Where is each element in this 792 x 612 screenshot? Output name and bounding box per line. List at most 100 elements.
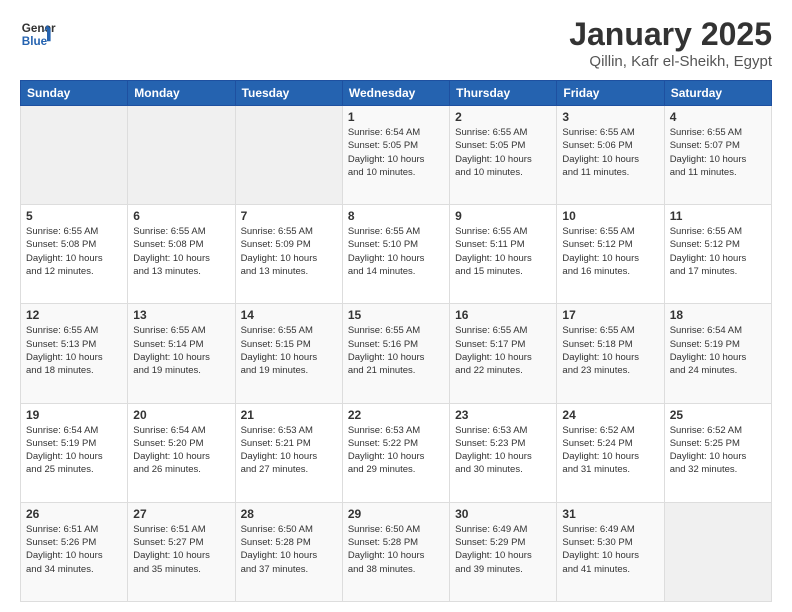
day-info: Sunrise: 6:55 AM Sunset: 5:15 PM Dayligh… xyxy=(241,324,337,377)
logo: General Blue xyxy=(20,16,56,52)
day-info: Sunrise: 6:52 AM Sunset: 5:24 PM Dayligh… xyxy=(562,424,658,477)
calendar-cell: 14 Sunrise: 6:55 AM Sunset: 5:15 PM Dayli… xyxy=(235,304,342,403)
day-info: Sunrise: 6:55 AM Sunset: 5:18 PM Dayligh… xyxy=(562,324,658,377)
day-number: 29 xyxy=(348,507,444,521)
day-number: 31 xyxy=(562,507,658,521)
calendar-header-row: SundayMondayTuesdayWednesdayThursdayFrid… xyxy=(21,81,772,106)
calendar-cell: 31 Sunrise: 6:49 AM Sunset: 5:30 PM Dayli… xyxy=(557,502,664,601)
day-number: 28 xyxy=(241,507,337,521)
day-info: Sunrise: 6:55 AM Sunset: 5:13 PM Dayligh… xyxy=(26,324,122,377)
calendar-cell: 8 Sunrise: 6:55 AM Sunset: 5:10 PM Daylig… xyxy=(342,205,449,304)
calendar-cell: 26 Sunrise: 6:51 AM Sunset: 5:26 PM Dayli… xyxy=(21,502,128,601)
calendar-weekday-header: Sunday xyxy=(21,81,128,106)
calendar-cell: 23 Sunrise: 6:53 AM Sunset: 5:23 PM Dayli… xyxy=(450,403,557,502)
calendar-weekday-header: Thursday xyxy=(450,81,557,106)
day-info: Sunrise: 6:55 AM Sunset: 5:10 PM Dayligh… xyxy=(348,225,444,278)
calendar-title: January 2025 xyxy=(569,16,772,53)
svg-text:General: General xyxy=(22,22,56,35)
day-number: 15 xyxy=(348,308,444,322)
day-number: 10 xyxy=(562,209,658,223)
day-info: Sunrise: 6:55 AM Sunset: 5:11 PM Dayligh… xyxy=(455,225,551,278)
calendar-subtitle: Qillin, Kafr el-Sheikh, Egypt xyxy=(569,53,772,70)
calendar-cell: 7 Sunrise: 6:55 AM Sunset: 5:09 PM Daylig… xyxy=(235,205,342,304)
day-info: Sunrise: 6:50 AM Sunset: 5:28 PM Dayligh… xyxy=(241,523,337,576)
day-info: Sunrise: 6:54 AM Sunset: 5:20 PM Dayligh… xyxy=(133,424,229,477)
calendar-cell: 27 Sunrise: 6:51 AM Sunset: 5:27 PM Dayli… xyxy=(128,502,235,601)
calendar-cell: 3 Sunrise: 6:55 AM Sunset: 5:06 PM Daylig… xyxy=(557,106,664,205)
day-number: 12 xyxy=(26,308,122,322)
day-info: Sunrise: 6:49 AM Sunset: 5:30 PM Dayligh… xyxy=(562,523,658,576)
calendar-cell: 11 Sunrise: 6:55 AM Sunset: 5:12 PM Dayli… xyxy=(664,205,771,304)
day-info: Sunrise: 6:51 AM Sunset: 5:26 PM Dayligh… xyxy=(26,523,122,576)
calendar-weekday-header: Friday xyxy=(557,81,664,106)
day-number: 18 xyxy=(670,308,766,322)
day-number: 17 xyxy=(562,308,658,322)
calendar-weekday-header: Monday xyxy=(128,81,235,106)
calendar-week-row: 5 Sunrise: 6:55 AM Sunset: 5:08 PM Daylig… xyxy=(21,205,772,304)
calendar-cell: 19Sunrise: 6:54 AM Sunset: 5:19 PM Dayli… xyxy=(21,403,128,502)
day-number: 25 xyxy=(670,408,766,422)
day-info: Sunrise: 6:55 AM Sunset: 5:05 PM Dayligh… xyxy=(455,126,551,179)
day-number: 23 xyxy=(455,408,551,422)
calendar-cell: 2 Sunrise: 6:55 AM Sunset: 5:05 PM Daylig… xyxy=(450,106,557,205)
day-info: Sunrise: 6:51 AM Sunset: 5:27 PM Dayligh… xyxy=(133,523,229,576)
day-info: Sunrise: 6:55 AM Sunset: 5:07 PM Dayligh… xyxy=(670,126,766,179)
day-info: Sunrise: 6:49 AM Sunset: 5:29 PM Dayligh… xyxy=(455,523,551,576)
calendar-week-row: 12 Sunrise: 6:55 AM Sunset: 5:13 PM Dayli… xyxy=(21,304,772,403)
day-info: Sunrise: 6:55 AM Sunset: 5:12 PM Dayligh… xyxy=(562,225,658,278)
day-info: Sunrise: 6:55 AM Sunset: 5:16 PM Dayligh… xyxy=(348,324,444,377)
day-number: 8 xyxy=(348,209,444,223)
day-number: 2 xyxy=(455,110,551,124)
day-info: Sunrise: 6:55 AM Sunset: 5:12 PM Dayligh… xyxy=(670,225,766,278)
calendar-cell: 28 Sunrise: 6:50 AM Sunset: 5:28 PM Dayli… xyxy=(235,502,342,601)
day-info: Sunrise: 6:54 AM Sunset: 5:19 PM Dayligh… xyxy=(26,424,122,477)
logo-icon: General Blue xyxy=(20,16,56,52)
day-number: 11 xyxy=(670,209,766,223)
title-block: January 2025 Qillin, Kafr el-Sheikh, Egy… xyxy=(569,16,772,70)
day-info: Sunrise: 6:55 AM Sunset: 5:06 PM Dayligh… xyxy=(562,126,658,179)
day-number: 9 xyxy=(455,209,551,223)
day-info: Sunrise: 6:54 AM Sunset: 5:19 PM Dayligh… xyxy=(670,324,766,377)
calendar-cell: 9 Sunrise: 6:55 AM Sunset: 5:11 PM Daylig… xyxy=(450,205,557,304)
calendar-cell: 12 Sunrise: 6:55 AM Sunset: 5:13 PM Dayli… xyxy=(21,304,128,403)
day-info: Sunrise: 6:53 AM Sunset: 5:21 PM Dayligh… xyxy=(241,424,337,477)
day-number: 16 xyxy=(455,308,551,322)
day-info: Sunrise: 6:55 AM Sunset: 5:09 PM Dayligh… xyxy=(241,225,337,278)
calendar-week-row: 19Sunrise: 6:54 AM Sunset: 5:19 PM Dayli… xyxy=(21,403,772,502)
day-number: 20 xyxy=(133,408,229,422)
day-info: Sunrise: 6:53 AM Sunset: 5:22 PM Dayligh… xyxy=(348,424,444,477)
calendar-cell: 25 Sunrise: 6:52 AM Sunset: 5:25 PM Dayli… xyxy=(664,403,771,502)
day-info: Sunrise: 6:50 AM Sunset: 5:28 PM Dayligh… xyxy=(348,523,444,576)
day-info: Sunrise: 6:55 AM Sunset: 5:08 PM Dayligh… xyxy=(133,225,229,278)
day-info: Sunrise: 6:55 AM Sunset: 5:17 PM Dayligh… xyxy=(455,324,551,377)
day-number: 21 xyxy=(241,408,337,422)
day-info: Sunrise: 6:52 AM Sunset: 5:25 PM Dayligh… xyxy=(670,424,766,477)
calendar-cell: 6Sunrise: 6:55 AM Sunset: 5:08 PM Daylig… xyxy=(128,205,235,304)
calendar-cell: 24 Sunrise: 6:52 AM Sunset: 5:24 PM Dayli… xyxy=(557,403,664,502)
calendar-week-row: 26 Sunrise: 6:51 AM Sunset: 5:26 PM Dayli… xyxy=(21,502,772,601)
day-number: 24 xyxy=(562,408,658,422)
calendar-weekday-header: Tuesday xyxy=(235,81,342,106)
calendar-cell xyxy=(235,106,342,205)
day-number: 3 xyxy=(562,110,658,124)
day-number: 4 xyxy=(670,110,766,124)
day-number: 7 xyxy=(241,209,337,223)
day-number: 14 xyxy=(241,308,337,322)
day-number: 5 xyxy=(26,209,122,223)
day-number: 1 xyxy=(348,110,444,124)
day-number: 27 xyxy=(133,507,229,521)
page: General Blue January 2025 Qillin, Kafr e… xyxy=(0,0,792,612)
day-number: 26 xyxy=(26,507,122,521)
day-number: 13 xyxy=(133,308,229,322)
calendar-cell: 30Sunrise: 6:49 AM Sunset: 5:29 PM Dayli… xyxy=(450,502,557,601)
calendar-cell: 10 Sunrise: 6:55 AM Sunset: 5:12 PM Dayli… xyxy=(557,205,664,304)
calendar-weekday-header: Saturday xyxy=(664,81,771,106)
svg-text:Blue: Blue xyxy=(22,35,48,48)
calendar-cell: 18 Sunrise: 6:54 AM Sunset: 5:19 PM Dayli… xyxy=(664,304,771,403)
day-info: Sunrise: 6:54 AM Sunset: 5:05 PM Dayligh… xyxy=(348,126,444,179)
calendar-cell: 17 Sunrise: 6:55 AM Sunset: 5:18 PM Dayli… xyxy=(557,304,664,403)
day-info: Sunrise: 6:53 AM Sunset: 5:23 PM Dayligh… xyxy=(455,424,551,477)
calendar-cell xyxy=(128,106,235,205)
day-number: 22 xyxy=(348,408,444,422)
calendar-cell: 4 Sunrise: 6:55 AM Sunset: 5:07 PM Daylig… xyxy=(664,106,771,205)
